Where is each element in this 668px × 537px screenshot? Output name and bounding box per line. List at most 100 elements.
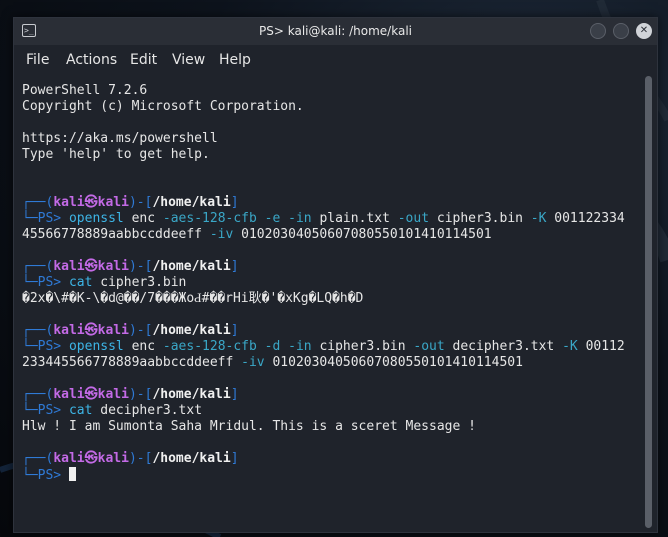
prompt-frame: ]	[230, 387, 239, 402]
command-name: cat	[68, 403, 93, 418]
prompt-frame: ]	[230, 259, 239, 274]
prompt-ps: PS>	[37, 468, 62, 483]
command-option: -aes-128-cfb	[162, 211, 257, 226]
command-wrap: 45566778889aabbccddeeff -iv 010203040506…	[22, 227, 492, 243]
banner-line: Type 'help' to get help.	[22, 147, 210, 162]
command-name: cat	[68, 275, 93, 290]
prompt-host: kali	[97, 259, 129, 274]
menu-actions[interactable]: Actions	[66, 50, 117, 70]
prompt-frame: )-[	[128, 195, 153, 210]
command-option: -iv	[241, 355, 265, 370]
terminal-window: >_ PS> kali@kali: /home/kali ✕ File Acti…	[13, 17, 658, 533]
command-option: -in	[288, 339, 312, 354]
command-line: └─PS> openssl enc -aes-128-cfb -d -in ci…	[22, 339, 625, 355]
prompt-host: kali	[97, 323, 129, 338]
close-button[interactable]: ✕	[636, 23, 652, 39]
command-option: -d	[264, 339, 281, 354]
menu-edit[interactable]: Edit	[130, 50, 157, 70]
prompt-ps: PS>	[37, 275, 62, 290]
prompt-at: ㉿	[84, 387, 98, 402]
command-output: Hlw ! I am Sumonta Saha Mridul. This is …	[22, 419, 476, 434]
prompt-header: ┌──(kali㉿kali)-[/home/kali]	[22, 451, 239, 467]
command-argument: 001122334	[554, 211, 625, 226]
prompt-frame: └─	[22, 468, 38, 483]
title-bar[interactable]: >_ PS> kali@kali: /home/kali ✕	[14, 18, 657, 45]
banner-line: PowerShell 7.2.6	[22, 83, 148, 98]
scrollbar[interactable]	[645, 76, 652, 528]
prompt-frame: ┌──(	[22, 451, 54, 466]
prompt-path: /home/kali	[152, 195, 231, 210]
prompt-path: /home/kali	[152, 259, 231, 274]
prompt-frame: )-[	[128, 387, 153, 402]
prompt-frame: └─	[22, 339, 38, 354]
terminal-output[interactable]: PowerShell 7.2.6 Copyright (c) Microsoft …	[14, 73, 657, 532]
prompt-frame: └─	[22, 403, 38, 418]
prompt-frame: ┌──(	[22, 387, 54, 402]
command-argument: 233445566778889aabbccddeeff	[22, 355, 234, 370]
command-option: -e	[264, 211, 281, 226]
prompt-ps: PS>	[37, 339, 62, 354]
scrollbar-thumb[interactable]	[645, 76, 652, 528]
command-option: -iv	[209, 227, 234, 242]
command-argument: cipher3.bin	[100, 275, 187, 290]
prompt-at: ㉿	[84, 195, 98, 210]
prompt-frame: ]	[230, 451, 239, 466]
command-argument: enc	[131, 211, 156, 226]
command-line: └─PS> openssl enc -aes-128-cfb -e -in pl…	[22, 211, 625, 227]
command-output: �2x�\#�K-\�d@��/7���ЖоԀ#��rHi耿�'�xKg�LQ�…	[22, 291, 364, 306]
prompt-user: kali	[53, 195, 85, 210]
prompt-frame: ┌──(	[22, 195, 54, 210]
menu-view[interactable]: View	[172, 50, 205, 70]
prompt-at: ㉿	[84, 259, 98, 274]
prompt-frame: └─	[22, 275, 38, 290]
prompt-header: ┌──(kali㉿kali)-[/home/kali]	[22, 387, 239, 403]
command-argument: 01020304050607080550101410114501	[241, 227, 492, 242]
prompt-frame: └─	[22, 211, 38, 226]
prompt-header: ┌──(kali㉿kali)-[/home/kali]	[22, 323, 239, 339]
command-argument: 45566778889aabbccddeeff	[22, 227, 203, 242]
command-wrap: 233445566778889aabbccddeeff -iv 01020304…	[22, 355, 523, 371]
prompt-frame: ┌──(	[22, 259, 54, 274]
command-line: └─PS> cat decipher3.txt	[22, 403, 202, 419]
prompt-host: kali	[97, 195, 129, 210]
prompt-header: ┌──(kali㉿kali)-[/home/kali]	[22, 259, 239, 275]
command-line: └─PS> cat cipher3.bin	[22, 275, 186, 291]
prompt-at: ㉿	[84, 451, 98, 466]
command-argument: enc	[131, 339, 156, 354]
maximize-button[interactable]	[613, 23, 629, 39]
banner-line: https://aka.ms/powershell	[22, 131, 218, 146]
minimize-button[interactable]	[590, 23, 606, 39]
prompt-ps: PS>	[37, 211, 62, 226]
menu-help[interactable]: Help	[219, 50, 251, 70]
command-argument: cipher3.bin	[319, 339, 406, 354]
command-name: openssl	[68, 211, 124, 226]
command-argument: 01020304050607080550101410114501	[272, 355, 523, 370]
prompt-host: kali	[97, 387, 129, 402]
command-argument: 00112	[585, 339, 625, 354]
prompt-frame: )-[	[128, 323, 153, 338]
command-name: openssl	[68, 339, 124, 354]
prompt-path: /home/kali	[152, 451, 231, 466]
menu-file[interactable]: File	[26, 50, 49, 70]
close-icon: ✕	[639, 25, 649, 36]
prompt-path: /home/kali	[152, 323, 231, 338]
command-argument: decipher3.txt	[452, 339, 555, 354]
